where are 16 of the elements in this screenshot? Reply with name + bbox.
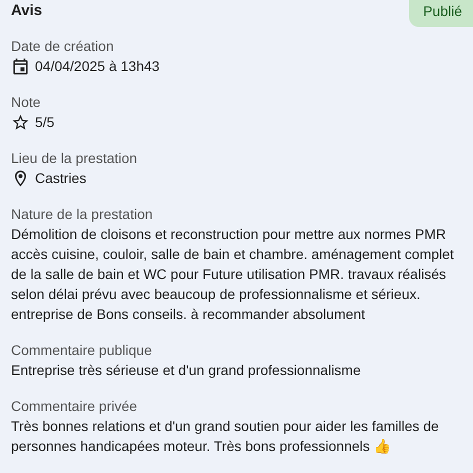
- field-label: Date de création: [11, 37, 115, 56]
- field-value: Très bonnes relations et d'un grand soutien pour aider les familles de personnes handicapées moteur. Très bons professionnels 👍: [11, 417, 440, 456]
- field-value: Démolition de cloisons et reconstruction pour mettre aux normes PMR accès cuisine, couloir, salle de bain et chambre. aménagement complet de la salle de bain et WC pour Future utilisation PMR. travaux réalisés selon délai prévu avec beaucoup de professionnalisme et sérieux. entreprise de Bons conseils. à recommander absolument: [11, 225, 455, 324]
- field-value: Entreprise très sérieuse et d'un grand professionnalisme: [11, 361, 362, 380]
- field-label: Commentaire publique: [11, 341, 153, 360]
- field-label: Nature de la prestation: [11, 205, 154, 224]
- status-badge: Publié: [409, 0, 473, 27]
- field-label: Lieu de la prestation: [11, 149, 138, 168]
- star-icon: [11, 113, 30, 132]
- field-value: Castries: [35, 169, 88, 188]
- field-label: Note: [11, 93, 42, 112]
- page-title: Avis: [11, 1, 42, 19]
- field-value: 04/04/2025 à 13h43: [35, 57, 161, 76]
- field-value: 5/5: [35, 113, 56, 132]
- field-label: Commentaire privée: [11, 397, 138, 416]
- calendar-icon: [11, 57, 30, 76]
